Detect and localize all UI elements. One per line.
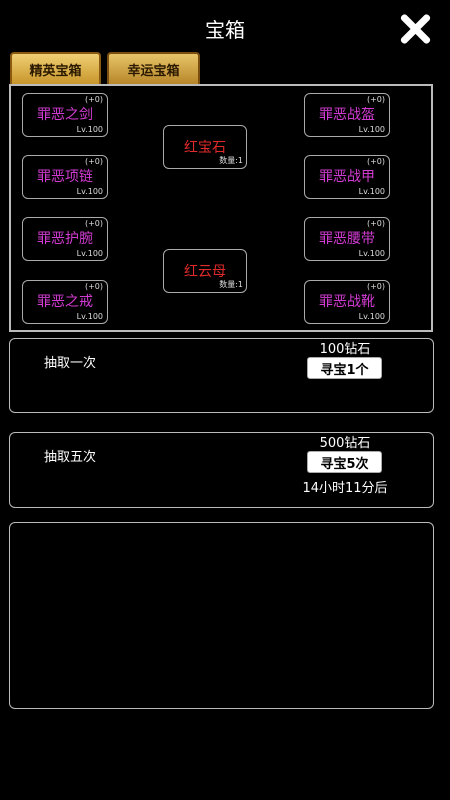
item-level: Lv.100 (76, 312, 103, 321)
draw-five-button[interactable]: 寻宝5次 (307, 451, 382, 473)
item-name: 罪恶之戒 (37, 294, 93, 310)
item-plus: (+0) (366, 157, 385, 166)
gem-quantity: 数量:1 (219, 280, 243, 289)
item-card[interactable]: (+0) 罪恶项链 Lv.100 (22, 155, 108, 199)
draw-five-cost: 500钻石 (319, 436, 371, 451)
item-name: 罪恶战甲 (319, 169, 375, 185)
item-name: 罪恶战盔 (319, 107, 375, 123)
result-panel (9, 522, 434, 709)
item-level: Lv.100 (76, 125, 103, 134)
item-card[interactable]: (+0) 罪恶腰带 Lv.100 (304, 217, 390, 261)
gem-name: 红宝石 (184, 140, 226, 156)
item-name: 罪恶之剑 (37, 107, 93, 123)
item-level: Lv.100 (358, 249, 385, 258)
item-card[interactable]: (+0) 罪恶之戒 Lv.100 (22, 280, 108, 324)
item-plus: (+0) (84, 95, 103, 104)
item-card[interactable]: (+0) 罪恶战甲 Lv.100 (304, 155, 390, 199)
draw-once-label: 抽取一次 (44, 356, 97, 371)
item-level: Lv.100 (358, 187, 385, 196)
item-plus: (+0) (84, 157, 103, 166)
item-level: Lv.100 (76, 249, 103, 258)
close-icon[interactable] (398, 12, 432, 46)
item-card[interactable]: (+0) 罪恶之剑 Lv.100 (22, 93, 108, 137)
draw-once-cost: 100钻石 (319, 342, 371, 357)
gem-card[interactable]: 红云母 数量:1 (163, 249, 247, 293)
item-name: 罪恶战靴 (319, 294, 375, 310)
item-level: Lv.100 (358, 312, 385, 321)
cooldown-timer: 14小时11分后 (302, 481, 388, 496)
item-plus: (+0) (366, 219, 385, 228)
page-title: 宝箱 (205, 18, 245, 42)
item-plus: (+0) (366, 95, 385, 104)
gem-card[interactable]: 红宝石 数量:1 (163, 125, 247, 169)
gem-quantity: 数量:1 (219, 156, 243, 165)
tab-lucky-chest[interactable]: 幸运宝箱 (107, 52, 200, 84)
item-plus: (+0) (84, 219, 103, 228)
item-plus: (+0) (84, 282, 103, 291)
gem-name: 红云母 (184, 264, 226, 280)
item-name: 罪恶项链 (37, 169, 93, 185)
item-name: 罪恶腰带 (319, 231, 375, 247)
item-card[interactable]: (+0) 罪恶护腕 Lv.100 (22, 217, 108, 261)
item-card[interactable]: (+0) 罪恶战靴 Lv.100 (304, 280, 390, 324)
tab-elite-chest[interactable]: 精英宝箱 (10, 52, 101, 84)
item-plus: (+0) (366, 282, 385, 291)
draw-five-label: 抽取五次 (44, 450, 97, 465)
item-name: 罪恶护腕 (37, 231, 93, 247)
item-level: Lv.100 (358, 125, 385, 134)
item-level: Lv.100 (76, 187, 103, 196)
draw-once-button[interactable]: 寻宝1个 (307, 357, 382, 379)
item-card[interactable]: (+0) 罪恶战盔 Lv.100 (304, 93, 390, 137)
